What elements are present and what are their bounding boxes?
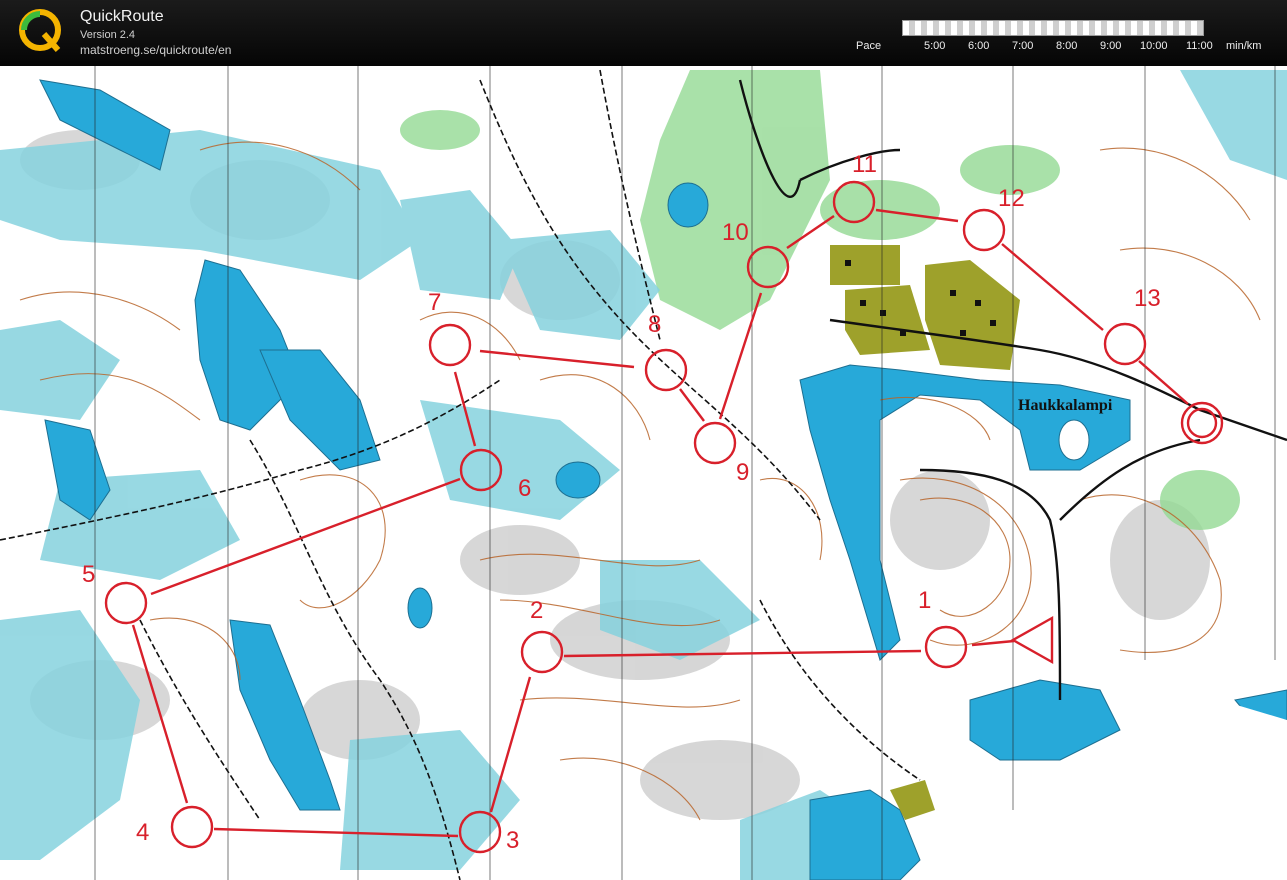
place-name-label: Haukkalampi (1018, 397, 1113, 414)
control-number: 10 (722, 219, 749, 246)
control-number: 8 (648, 311, 661, 338)
pace-tick: 11:00 (1186, 40, 1213, 52)
control-number: 1 (918, 587, 931, 614)
app-title: QuickRoute (80, 8, 164, 25)
app-version: Version 2.4 (80, 29, 136, 41)
pace-label: Pace (856, 40, 882, 52)
pace-tick: 6:00 (968, 40, 990, 52)
app-url-link[interactable]: matstroeng.se/quickroute/en (80, 43, 231, 57)
control-number: 5 (82, 561, 95, 588)
control-number: 13 (1134, 285, 1161, 312)
pace-tick: 5:00 (924, 40, 946, 52)
pace-tick: 8:00 (1056, 40, 1078, 52)
quickroute-logo-icon (19, 9, 61, 52)
title-bar: QuickRoute Version 2.4 matstroeng.se/qui… (0, 0, 1287, 66)
pond (407, 587, 433, 629)
control-number: 7 (428, 289, 441, 316)
island (1058, 419, 1090, 461)
pace-unit: min/km (1226, 40, 1262, 52)
pond (555, 461, 601, 499)
orienteering-map[interactable]: Haukkalampi 1 2 3 4 5 6 7 8 9 10 11 12 1… (0, 66, 1287, 880)
control-number: 9 (736, 459, 749, 486)
control-number: 11 (852, 151, 877, 178)
pace-tick: 10:00 (1140, 40, 1168, 52)
control-number: 4 (136, 819, 149, 846)
pace-color-scale (902, 20, 1204, 36)
control-number: 12 (998, 185, 1025, 212)
control-number: 2 (530, 597, 543, 624)
pace-tick: 7:00 (1012, 40, 1034, 52)
control-number: 6 (518, 475, 531, 502)
pond (667, 182, 709, 228)
control-number: 3 (506, 827, 519, 854)
pace-tick: 9:00 (1100, 40, 1122, 52)
